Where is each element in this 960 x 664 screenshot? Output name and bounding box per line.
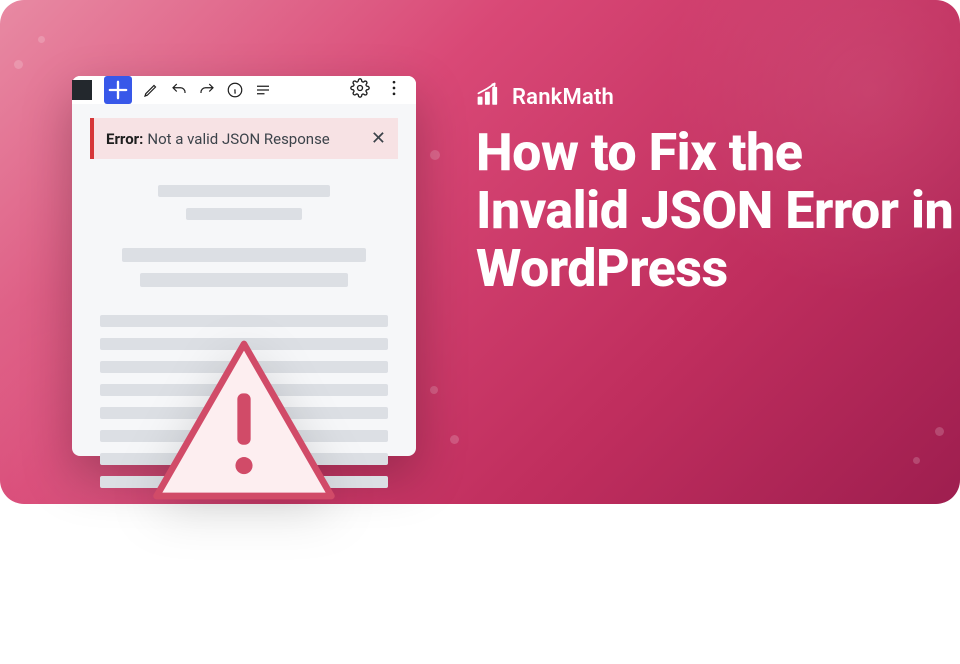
close-icon[interactable]: ✕	[371, 128, 386, 149]
gear-icon[interactable]	[350, 78, 370, 102]
wordpress-editor-mock: Error: Not a valid JSON Response ✕	[72, 76, 416, 456]
list-icon[interactable]	[254, 81, 272, 99]
plus-icon	[104, 76, 132, 104]
wordpress-logo	[72, 80, 92, 100]
skeleton-line	[158, 185, 331, 197]
skeleton-line	[186, 208, 301, 220]
editor-toolbar	[72, 76, 416, 104]
pencil-icon[interactable]	[142, 81, 160, 99]
hero-text: RankMath How to Fix the Invalid JSON Err…	[476, 82, 960, 299]
rankmath-logo-icon	[476, 82, 502, 112]
error-banner: Error: Not a valid JSON Response ✕	[90, 118, 398, 159]
redo-icon[interactable]	[198, 81, 216, 99]
dots-icon[interactable]	[384, 78, 404, 102]
hero-headline: How to Fix the Invalid JSON Error in Wor…	[476, 124, 960, 299]
skeleton-line	[122, 248, 367, 262]
skeleton-line	[140, 273, 347, 287]
error-label: Error:	[106, 130, 143, 148]
info-icon[interactable]	[226, 81, 244, 99]
brand-name: RankMath	[512, 85, 614, 110]
skeleton-line	[100, 315, 388, 327]
brand: RankMath	[476, 82, 960, 112]
add-block-button[interactable]	[104, 76, 132, 104]
error-message: Not a valid JSON Response	[147, 130, 329, 148]
warning-triangle-icon	[149, 336, 339, 504]
undo-icon[interactable]	[170, 81, 188, 99]
